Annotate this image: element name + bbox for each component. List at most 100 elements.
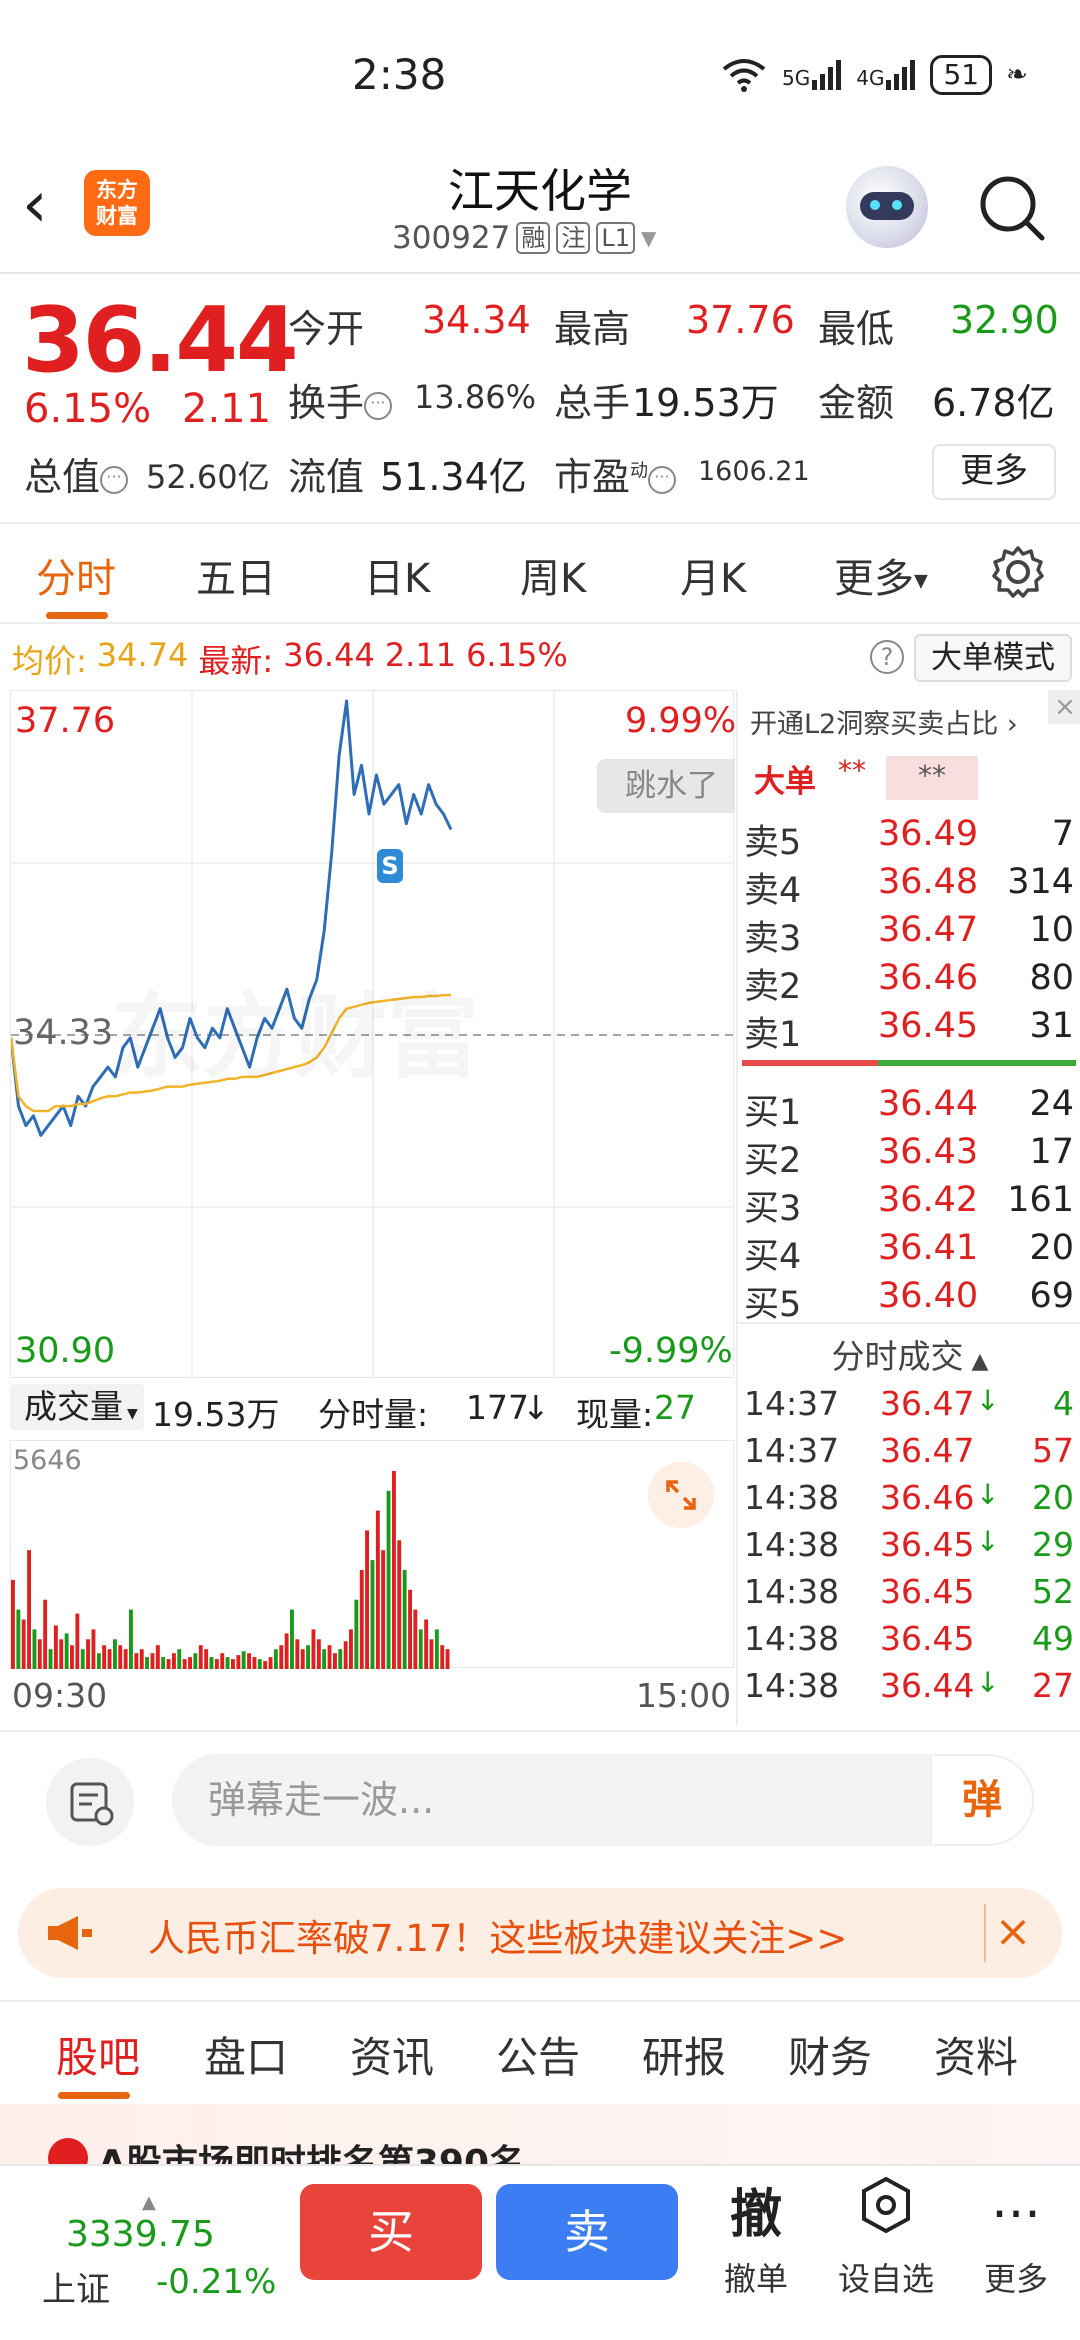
ask-row[interactable]: 卖3 36.47 10 [738,910,1080,959]
sell-signal-badge[interactable]: S [377,849,403,883]
volume-bar [113,1639,117,1669]
chart-high-label: 37.76 [15,701,116,741]
clock: 2:38 [352,50,447,99]
intraday-chart[interactable]: 37.76 9.99% 34.33 30.90 -9.99% 东方财富 跳水了 … [10,690,736,1379]
l2-upgrade-banner[interactable]: 开通L2洞察买卖占比 › [750,702,1018,741]
bid-row[interactable]: 买4 36.41 20 [738,1228,1080,1277]
tab-market-depth[interactable]: 盘口 [204,2024,288,2085]
trade-time: 14:37 [744,1384,840,1423]
promo-banner[interactable]: 人民币汇率破7.17！这些板块建议关注>> × [18,1888,1062,1978]
big-order-mode-button[interactable]: 大单模式 [914,634,1072,682]
tab-more[interactable]: 更多▼ [834,546,928,604]
bid-row[interactable]: 买1 36.44 24 [738,1084,1080,1133]
tab-news[interactable]: 资讯 [350,2024,434,2085]
tab-research[interactable]: 研报 [642,2024,726,2085]
volume-bar [43,1599,48,1669]
caret-up-icon: ▲ [142,2192,156,2213]
trade-price: 36.47 [880,1384,975,1423]
volume-bar [48,1649,53,1669]
tab-profile[interactable]: 资料 [934,2024,1018,2085]
danmaku-settings-icon[interactable] [46,1758,134,1846]
wifi-icon [722,59,766,92]
index-value: 3339.75 [66,2214,215,2255]
chart-watermark: 东方财富 [111,963,479,1096]
volume-bar [96,1653,101,1669]
trade-time: 14:38 [744,1666,840,1705]
volume-bar [11,1579,15,1669]
trade-time: 14:37 [744,1431,840,1470]
active-tab-indicator [58,2092,130,2099]
danmaku-input[interactable]: 弹幕走一波... [172,1754,1034,1846]
avg-label: 均价: [12,642,87,680]
trade-volume: 20 [1032,1478,1074,1517]
sell-button[interactable]: 卖 [496,2184,678,2280]
gear-icon[interactable] [990,544,1046,600]
tab-five-day[interactable]: 五日 [196,546,276,604]
volume-bar [424,1619,429,1669]
chart-period-tabs: 分时 五日 日K 周K 月K 更多▼ [0,530,1080,622]
network-4g: 4G [856,60,916,90]
tab-weekly-k[interactable]: 周K [520,546,586,604]
close-icon[interactable]: × [1048,690,1080,724]
trade-price: 36.45 [880,1619,975,1658]
volume-bar [53,1625,58,1669]
bid-row[interactable]: 买5 36.40 69 [738,1276,1080,1325]
volume-bar [102,1645,107,1669]
volume-bar [397,1540,402,1669]
ask-row[interactable]: 卖1 36.45 31 [738,1006,1080,1055]
ask-row[interactable]: 卖5 36.49 7 [738,814,1080,863]
volume-bar [236,1655,241,1669]
search-icon[interactable] [976,172,1048,244]
cancel-order-button[interactable]: 撤 撤单 [696,2176,816,2300]
volume-bar [188,1657,192,1669]
volume-bar [418,1629,423,1669]
volume-chart[interactable]: 5646 [10,1440,734,1669]
event-popup[interactable]: 跳水了 [597,759,735,813]
ai-assistant-avatar[interactable] [846,166,928,248]
pe-label[interactable]: 市盈动 ··· [554,446,677,501]
volume-bar [359,1570,364,1669]
bid-row[interactable]: 买3 36.42 161 [738,1180,1080,1229]
low-label: 最低 [818,307,895,351]
volume-bar [150,1653,155,1669]
volume-bar [268,1657,273,1669]
indicator-selector[interactable]: 成交量 ▼ [10,1384,144,1430]
volume-bar [434,1629,439,1669]
tab-announcements[interactable]: 公告 [496,2024,580,2085]
robot-face-icon [860,192,914,220]
index-name: 上证 [42,2270,110,2310]
amount-value: 6.78亿 [932,381,1055,425]
danmaku-send-button[interactable]: 弹 [930,1754,1034,1846]
more-button[interactable]: ··· 更多 [956,2176,1076,2300]
tab-financials[interactable]: 财务 [788,2024,872,2085]
volume-bar [64,1633,69,1669]
close-icon[interactable]: × [984,1904,1040,1962]
tab-daily-k[interactable]: 日K [364,546,430,604]
content-tabs: 股吧 盘口 资讯 公告 研报 财务 资料 [0,2000,1080,2104]
tick-trades-header[interactable]: 分时成交 ▲ [738,1330,1080,1378]
bid-row[interactable]: 买2 36.43 17 [738,1132,1080,1181]
ask-row[interactable]: 卖2 36.46 80 [738,958,1080,1007]
tab-monthly-k[interactable]: 月K [680,546,746,604]
down-arrow-icon: ↓ [976,1384,1000,1417]
hexagon-icon [826,2176,946,2254]
turnover-label[interactable]: 换手 ··· [288,372,393,427]
volume-bar [231,1659,235,1669]
help-icon[interactable]: ? [870,640,904,674]
mktcap-label[interactable]: 总值 ··· [24,446,129,501]
volume-bar [107,1649,112,1669]
ask-row[interactable]: 卖4 36.48 314 [738,862,1080,911]
expand-icon[interactable] [648,1462,714,1528]
stock-code-row[interactable]: 300927 融 注 L1 ▼ [392,218,656,258]
add-watchlist-button[interactable]: 设自选 [826,2176,946,2300]
tab-intraday[interactable]: 分时 [36,546,116,604]
trade-volume: 52 [1032,1572,1074,1611]
feed-item-peek[interactable]: A股市场即时排名第390名 [0,2104,1080,2164]
status-bar: 2:38 5G 4G 51 ❧ [0,0,1080,150]
tab-forum[interactable]: 股吧 [56,2024,140,2085]
more-quote-button[interactable]: 更多 [932,444,1056,500]
volume-bar [257,1659,262,1669]
buy-button[interactable]: 买 [300,2184,482,2280]
volume-label: 总手 [554,381,631,425]
fenshi-volume-value: 177 [466,1388,529,1427]
